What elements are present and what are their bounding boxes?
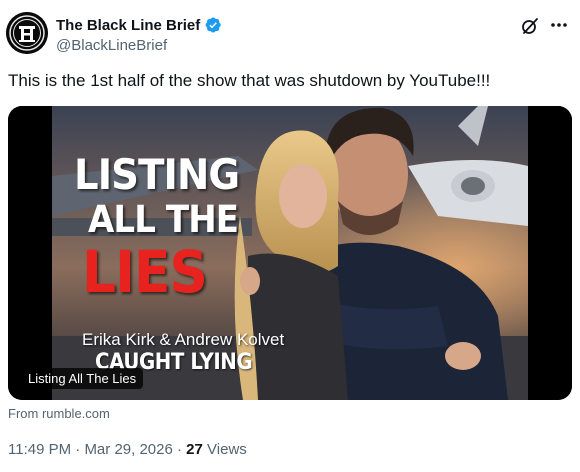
tweet-time[interactable]: 11:49 PM [8,441,71,458]
tweet-date[interactable]: Mar 29, 2026 [84,441,172,458]
author-display-name[interactable]: The Black Line Brief [56,17,200,34]
meta-separator: · [75,441,81,458]
tweet-header: The Black Line Brief @BlackLineBrief [6,12,574,60]
thumbnail-subtitle: Erika Kirk & Andrew Kolvet [82,330,285,349]
thumbnail-title-line-1: LISTING [74,150,240,199]
verified-badge-icon [205,17,221,33]
thumbnail-title-line-2: ALL THE [88,198,239,241]
author-handle[interactable]: @BlackLineBrief [56,37,167,54]
grok-icon[interactable] [520,16,540,36]
tweet-meta: 11:49 PM · Mar 29, 2026 · 27 Views [8,441,247,458]
thumbnail-title-line-3: LIES [82,238,208,306]
media-source-link[interactable]: From rumble.com [8,406,110,421]
avatar[interactable] [6,12,48,54]
media-title-label: Listing All The Lies [21,368,144,389]
more-options-icon[interactable] [548,14,570,36]
media-video-card[interactable]: LISTING ALL THE LIES Erika Kirk & Andrew… [8,106,572,400]
meta-separator: · [177,441,182,458]
tweet-text: This is the 1st half of the show that wa… [8,71,491,90]
views-count: 27 [186,441,203,458]
views-label: Views [207,441,247,458]
author-name-row[interactable]: The Black Line Brief [56,15,222,35]
